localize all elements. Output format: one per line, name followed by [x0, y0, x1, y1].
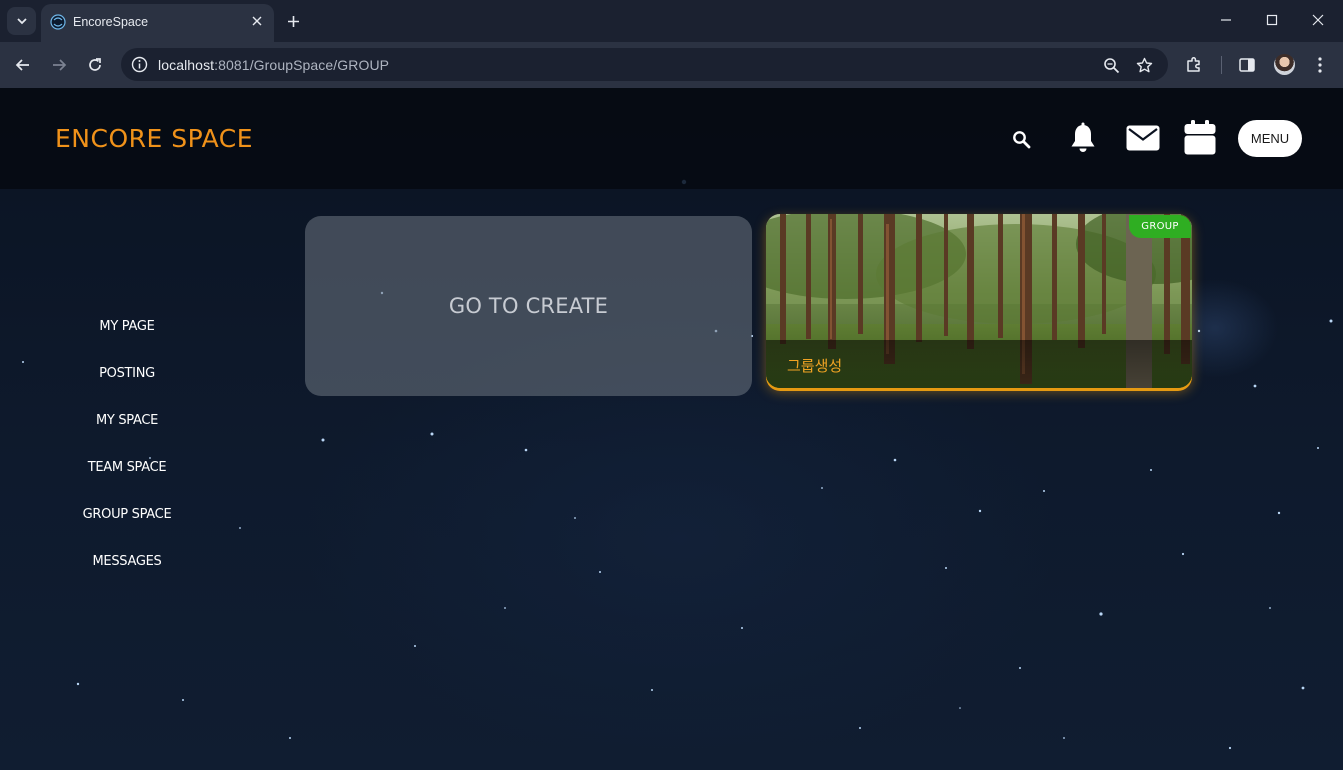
maximize-icon — [1266, 14, 1278, 26]
messages-button[interactable] — [1125, 124, 1160, 152]
info-icon[interactable] — [131, 56, 148, 73]
encore-favicon-icon — [50, 14, 66, 30]
sidebar-item-posting[interactable]: POSTING — [52, 357, 202, 404]
sidebar-nav: MY PAGE POSTING MY SPACE TEAM SPACE GROU… — [52, 310, 202, 592]
sidebar-item-messages[interactable]: MESSAGES — [52, 545, 202, 592]
zoom-icon — [1103, 57, 1119, 73]
arrow-right-icon — [53, 59, 67, 71]
star-icon — [1136, 57, 1152, 72]
minimize-icon — [1221, 19, 1231, 21]
puzzle-icon — [1187, 57, 1200, 72]
go-to-create-label: GO TO CREATE — [448, 294, 609, 318]
window-close-button[interactable] — [1304, 8, 1332, 32]
page-viewport: ENCORE SPACE MENU MY PAGE POSTING MY SPA… — [0, 88, 1343, 770]
search-icon — [1012, 130, 1030, 148]
site-logo[interactable]: ENCORE SPACE — [55, 124, 253, 153]
zoom-button[interactable] — [1101, 55, 1121, 75]
sidebar-item-my-page[interactable]: MY PAGE — [52, 310, 202, 357]
go-to-create-card[interactable]: GO TO CREATE — [305, 216, 752, 396]
bookmark-button[interactable] — [1134, 55, 1154, 75]
sidebar-item-team-space[interactable]: TEAM SPACE — [52, 451, 202, 498]
close-icon — [1312, 14, 1324, 26]
group-badge: GROUP — [1129, 215, 1191, 238]
sidebar-item-my-space[interactable]: MY SPACE — [52, 404, 202, 451]
chevron-down-icon — [16, 18, 27, 25]
envelope-icon — [1126, 125, 1159, 151]
bell-icon — [1071, 122, 1095, 152]
plus-icon — [287, 15, 299, 27]
browser-titlebar: EncoreSpace — [0, 0, 1343, 42]
tab-search-button[interactable] — [7, 7, 36, 35]
menu-button[interactable]: MENU — [1238, 120, 1302, 157]
url-text[interactable]: localhost:8081/GroupSpace/GROUP — [158, 57, 389, 73]
url-path: :8081/GroupSpace/GROUP — [214, 57, 390, 73]
reload-button[interactable] — [82, 52, 108, 78]
browser-toolbar: localhost:8081/GroupSpace/GROUP — [0, 42, 1343, 88]
browser-tab-active[interactable]: EncoreSpace — [41, 4, 274, 42]
maximize-button[interactable] — [1258, 8, 1286, 32]
toolbar-divider — [1221, 56, 1222, 74]
sidebar-item-group-space[interactable]: GROUP SPACE — [52, 498, 202, 545]
extensions-button[interactable] — [1182, 53, 1206, 77]
site-header: ENCORE SPACE MENU — [0, 88, 1343, 189]
url-host: localhost — [158, 57, 215, 73]
calendar-button[interactable] — [1183, 119, 1216, 155]
notifications-button[interactable] — [1068, 121, 1098, 155]
minimize-button[interactable] — [1212, 8, 1240, 32]
tab-close-button[interactable] — [249, 13, 265, 29]
forward-button[interactable] — [46, 52, 72, 78]
arrow-left-icon — [15, 59, 29, 71]
group-card-title: 그룹생성 — [787, 357, 843, 375]
calendar-icon — [1184, 119, 1215, 154]
close-icon — [252, 16, 262, 26]
more-vertical-icon — [1318, 57, 1322, 73]
group-card[interactable]: 그룹생성 GROUP — [766, 214, 1192, 388]
profile-avatar[interactable] — [1274, 54, 1295, 75]
search-button[interactable] — [1009, 127, 1033, 151]
side-panel-button[interactable] — [1235, 53, 1259, 77]
new-tab-button[interactable] — [283, 11, 303, 31]
tab-title: EncoreSpace — [73, 15, 149, 29]
address-bar[interactable]: localhost:8081/GroupSpace/GROUP — [121, 48, 1168, 81]
back-button[interactable] — [10, 52, 36, 78]
reload-icon — [89, 58, 101, 71]
browser-menu-button[interactable] — [1308, 53, 1332, 77]
side-panel-icon — [1239, 58, 1255, 72]
